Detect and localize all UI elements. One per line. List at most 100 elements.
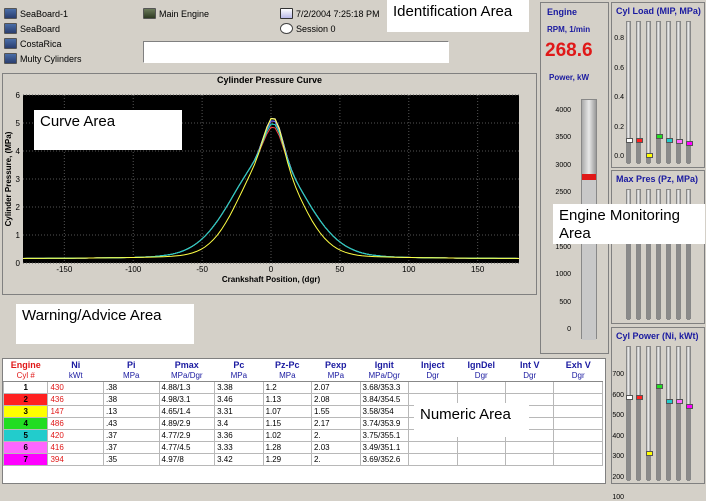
curve-area-label: Curve Area <box>34 110 182 150</box>
cell-ignit: 3.69/352.6 <box>359 452 410 466</box>
table-row[interactable]: 6 416.37 4.77/4.5 3.33 1.28 2.03 3.49/351.1 <box>3 440 603 454</box>
cylinder-bar[interactable] <box>656 346 663 481</box>
cell-empty <box>553 440 603 454</box>
col-header[interactable]: Pi <box>103 359 159 370</box>
power-marker <box>582 173 596 180</box>
cell-ni: 416 <box>47 440 104 454</box>
mode-item[interactable]: Multy Cylinders <box>4 53 82 64</box>
cell-pexp: 2.08 <box>311 392 361 406</box>
cell-pc: 3.4 <box>214 416 264 430</box>
cell-ignit: 3.58/354 <box>359 404 410 418</box>
header-row: Engine Ni Pi Pmax Pc Pz-Pc Pexp Ignit Inject IgnD… <box>4 359 603 370</box>
cell-pzpc: 1.29 <box>262 452 313 466</box>
cylinder-bar[interactable] <box>636 346 643 481</box>
cell-pc: 3.36 <box>214 428 264 442</box>
bar-fill <box>637 396 640 481</box>
cyl-load-panel: Cyl Load (MIP, MPa) 0.8 0.6 0.4 0.2 0.0 <box>611 2 705 168</box>
cell-empty <box>553 380 603 394</box>
col-unit: Dgr <box>505 370 554 382</box>
cylinder-marker <box>676 398 683 404</box>
numeric-area-label: Numeric Area <box>414 403 529 437</box>
col-header[interactable]: Ignit <box>360 359 408 370</box>
warning-area: Warning/Advice Area <box>2 298 537 354</box>
x-tick-label: -150 <box>56 265 73 274</box>
cell-pi: .37 <box>102 428 160 442</box>
cylinder-bar[interactable] <box>626 21 633 164</box>
ship-icon <box>4 8 17 19</box>
scale-tick: 600 <box>612 391 624 399</box>
cylinder-bar[interactable] <box>676 21 683 164</box>
class-item[interactable]: SeaBoard <box>4 23 60 34</box>
cell-pi: .43 <box>102 416 160 430</box>
monitoring-area-label: Engine Monitoring Area <box>553 204 705 244</box>
table-row[interactable]: 7 394.35 4.97/8 3.42 1.29 2. 3.69/352.6 <box>3 452 603 466</box>
cylinder-bar[interactable] <box>636 21 643 164</box>
cell-empty <box>408 440 458 454</box>
cell-ni: 436 <box>47 392 104 406</box>
cell-ni: 430 <box>47 380 104 394</box>
identification-area-label: Identification Area <box>387 0 529 32</box>
col-unit: MPa <box>214 370 264 382</box>
cell-ignit: 3.75/355.1 <box>359 428 410 442</box>
cell-ignit: 3.84/354.5 <box>359 392 410 406</box>
col-header[interactable]: Engine <box>4 359 48 370</box>
power-label: Power, kW <box>549 73 590 82</box>
cylinder-bar[interactable] <box>676 346 683 481</box>
scale-tick: 0.6 <box>614 64 624 72</box>
bar-fill <box>657 385 660 481</box>
cell-pzpc: 1.13 <box>262 392 313 406</box>
cell-ni: 486 <box>47 416 104 430</box>
cell-pi: .35 <box>102 452 160 466</box>
mode-label: Multy Cylinders <box>20 53 82 64</box>
engine-panel: Engine RPM, 1/min 268.6 Power, kW 4000 35… <box>540 2 609 354</box>
col-unit: MPa/Dgr <box>360 370 409 382</box>
cylinder-marker <box>636 137 643 143</box>
col-header[interactable]: Pz-Pc <box>263 359 311 370</box>
cylinder-bar[interactable] <box>626 346 633 481</box>
col-unit: Dgr <box>553 370 603 382</box>
col-header[interactable]: Int V <box>505 359 553 370</box>
curve-panel: Cylinder Pressure Curve -150 -100 -50 0 50 10… <box>2 73 537 295</box>
cell-empty <box>408 452 458 466</box>
flag-icon <box>4 38 17 49</box>
cell-pc: 3.31 <box>214 404 264 418</box>
vessel-item[interactable]: SeaBoard-1 <box>4 8 68 19</box>
datetime-item[interactable]: 7/2/2004 7:25:18 PM <box>280 8 380 19</box>
engine-title: Engine <box>547 7 578 17</box>
col-header[interactable]: Inject <box>409 359 457 370</box>
cell-pexp: 1.55 <box>311 404 361 418</box>
cylinder-bar[interactable] <box>666 346 673 481</box>
col-unit: MPa <box>311 370 361 382</box>
power-tick: 1500 <box>555 244 571 251</box>
cylinder-bar[interactable] <box>646 21 653 164</box>
cylinders-icon <box>4 53 17 64</box>
engine-label: Main Engine <box>159 8 210 19</box>
col-header[interactable]: IgnDel <box>457 359 505 370</box>
col-unit: kWt <box>47 370 104 382</box>
comment-field[interactable] <box>143 41 449 63</box>
col-header[interactable]: Exh V <box>554 359 603 370</box>
col-header[interactable]: Pc <box>215 359 263 370</box>
table-row[interactable]: 1 430.38 4.88/1.3 3.38 1.2 2.07 3.68/353.3 <box>3 380 603 394</box>
cylinder-bar[interactable] <box>686 21 693 164</box>
col-header[interactable]: Pmax <box>159 359 215 370</box>
cylinder-marker <box>686 140 693 146</box>
x-axis-label: Crankshaft Position, (dgr) <box>222 275 321 284</box>
col-header[interactable]: Ni <box>48 359 104 370</box>
engine-item[interactable]: Main Engine <box>143 8 209 19</box>
cylinder-bar[interactable] <box>666 21 673 164</box>
col-header[interactable]: Pexp <box>312 359 360 370</box>
cylinder-marker <box>646 450 653 456</box>
y-tick-label: 2 <box>16 203 21 212</box>
cylinder-bar[interactable] <box>686 346 693 481</box>
location-item[interactable]: CostaRica <box>4 38 62 49</box>
cylinder-bar[interactable] <box>646 346 653 481</box>
scale-tick: 0.8 <box>614 35 624 42</box>
cell-empty <box>456 440 506 454</box>
session-item[interactable]: Session 0 <box>280 23 336 34</box>
unit-row: Cyl # kWt MPa MPa/Dgr MPa MPa MPa MPa/Dgr Dgr Dgr… <box>3 370 603 382</box>
bar-fill <box>667 139 670 164</box>
cyl-power-title: Cyl Power (Ni, kWt) <box>616 331 699 341</box>
cylinder-bar[interactable] <box>656 21 663 164</box>
cell-pc: 3.33 <box>214 440 264 454</box>
